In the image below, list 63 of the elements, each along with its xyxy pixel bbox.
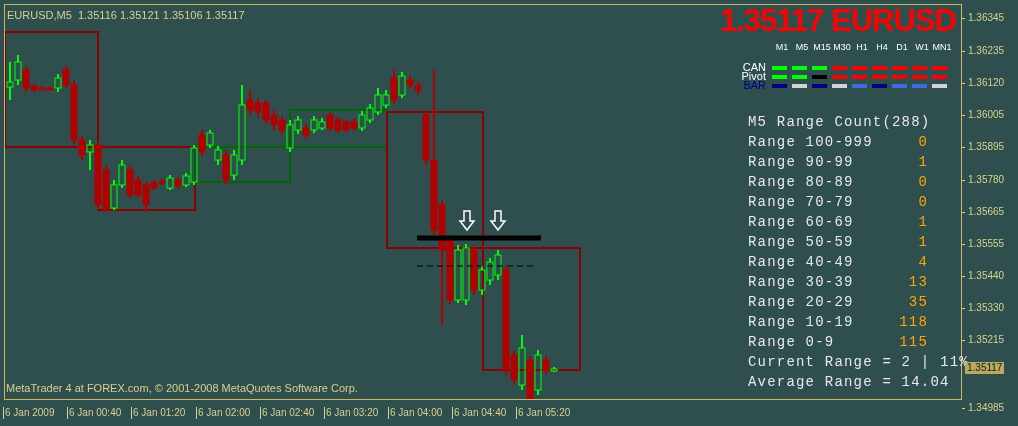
time-label: 6 Jan 04:00 (388, 407, 443, 419)
signal-label: CAN (741, 63, 767, 72)
stat-label: Range 20-29 (748, 293, 855, 312)
stats-title: M5 Range Count(288) (748, 113, 932, 132)
price-label: 1.35555 (968, 238, 1005, 250)
price-label: 1.36345 (968, 12, 1005, 24)
stat-value: 1 (917, 213, 928, 232)
stat-label: Range 30-39 (748, 273, 855, 292)
timeframe-label: D1 (895, 41, 909, 54)
headline-text: 1.35117 EURUSD (720, 3, 956, 39)
time-label: 6 Jan 02:40 (260, 407, 315, 419)
price-label: 1.35330 (968, 302, 1005, 314)
price-label: 1.35895 (968, 141, 1005, 153)
timeframe-label: W1 (914, 41, 930, 54)
down-arrow-icon (458, 210, 476, 232)
price-label: 1.35665 (968, 206, 1005, 218)
stat-label: Range 50-59 (748, 233, 855, 252)
price-label: 1.35780 (968, 174, 1005, 186)
stat-value: 35 (907, 293, 928, 312)
price-label: 1.34985 (968, 402, 1005, 414)
signal-label: BAR (743, 81, 767, 90)
time-label: 6 Jan 00:40 (67, 407, 122, 419)
timeframe-label: H1 (855, 41, 869, 54)
price-label: 1.36120 (968, 77, 1005, 89)
time-label: 6 Jan 2009 (3, 407, 55, 419)
stat-value: 13 (907, 273, 928, 292)
price-label: 1.36235 (968, 45, 1005, 57)
timeframe-label: H4 (875, 41, 889, 54)
stat-label: Range 90-99 (748, 153, 855, 172)
timeframe-label: M1 (774, 41, 790, 54)
price-label: 1.36005 (968, 109, 1005, 121)
price-label: 1.35215 (968, 334, 1005, 346)
down-arrow-icon (489, 210, 507, 232)
time-label: 6 Jan 02:00 (196, 407, 251, 419)
time-label: 6 Jan 03:20 (324, 407, 379, 419)
stat-value: 1 (917, 233, 928, 252)
timeframe-label: MN1 (932, 41, 952, 54)
current-price-label: 1.35117 (965, 362, 1005, 374)
copyright-text: MetaTrader 4 at FOREX.com, © 2001-2008 MetaQuotes Software Corp. (6, 380, 358, 396)
stat-label: Range 70-79 (748, 193, 855, 212)
timeframe-label: M30 (832, 41, 852, 54)
average-range-text: Average Range = 14.04 (748, 373, 951, 392)
stat-value: 115 (898, 333, 928, 352)
stat-value: 0 (917, 133, 928, 152)
time-label: 6 Jan 01:20 (131, 407, 186, 419)
stat-value: 4 (917, 253, 928, 272)
stat-label: Range 40-49 (748, 253, 855, 272)
stat-value: 1 (917, 153, 928, 172)
timeframe-label: M5 (794, 41, 810, 54)
stat-label: Range 60-69 (748, 213, 855, 232)
time-label: 6 Jan 04:40 (452, 407, 507, 419)
price-label: 1.35440 (968, 270, 1005, 282)
stat-label: Range 10-19 (748, 313, 855, 332)
stat-value: 0 (917, 173, 928, 192)
timeframe-label: M15 (812, 41, 832, 54)
stat-label: Range 80-89 (748, 173, 855, 192)
stat-label: Range 100-999 (748, 133, 874, 152)
time-label: 6 Jan 05:20 (516, 407, 571, 419)
symbol-info: EURUSD,M5 1.35116 1.35121 1.35106 1.35117 (7, 8, 245, 23)
stat-label: Range 0-9 (748, 333, 836, 352)
stat-value: 0 (917, 193, 928, 212)
stat-value: 118 (898, 313, 928, 332)
signal-label: Pivot (740, 72, 767, 81)
